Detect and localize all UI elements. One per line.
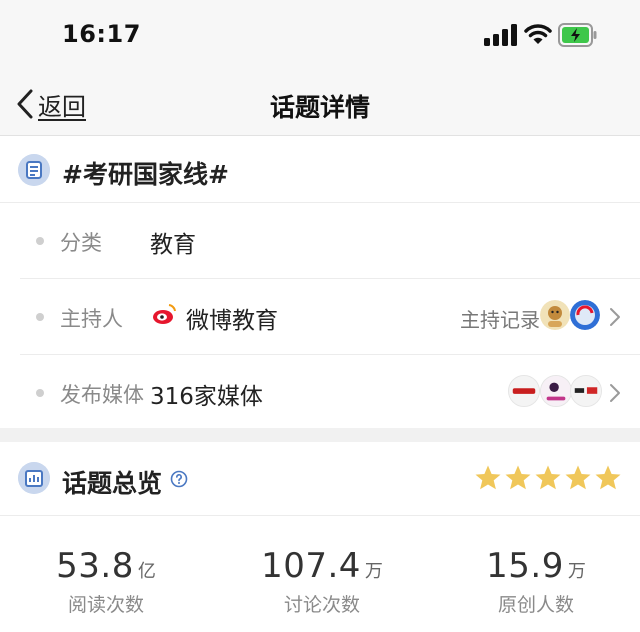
section-gap: [0, 428, 640, 442]
media-value[interactable]: 316家媒体: [150, 377, 263, 411]
host-row[interactable]: 主持人 微博教育 主持记录: [0, 279, 640, 355]
stat-value: 53.8: [56, 546, 134, 586]
stat-discussion-count: 107.4 万 讨论次数: [222, 546, 422, 617]
media-logo-icon[interactable]: [570, 375, 602, 407]
star-icon: [505, 465, 531, 490]
overview-title: 话题总览: [62, 469, 163, 498]
overview-stats: 53.8 亿 阅读次数 107.4 万 讨论次数 15.9 万 原创人数: [0, 532, 640, 632]
chevron-right-icon[interactable]: [608, 306, 622, 328]
stat-unit: 亿: [137, 561, 156, 582]
bullet-dot: [36, 237, 44, 245]
question-circle-icon[interactable]: [170, 470, 188, 488]
star-icon: [595, 465, 621, 490]
media-logo-icon[interactable]: [508, 375, 540, 407]
stat-unit: 万: [364, 561, 383, 582]
bar-chart-icon: [18, 462, 50, 494]
document-list-icon: [18, 154, 50, 186]
overview-header: 话题总览: [0, 442, 640, 516]
star-icon: [475, 465, 501, 490]
host-avatar-icon[interactable]: [540, 300, 570, 330]
weibo-education-logo-icon: [150, 301, 178, 329]
media-label: 发布媒体: [60, 383, 144, 407]
stat-unit: 万: [567, 561, 586, 582]
wifi-icon: [524, 24, 552, 44]
stat-read-count: 53.8 亿 阅读次数: [6, 546, 206, 617]
topic-header: #考研国家线#: [0, 137, 640, 203]
media-logo-icon[interactable]: [540, 375, 572, 407]
star-icon: [535, 465, 561, 490]
stat-label: 原创人数: [497, 594, 574, 616]
page-title: 话题详情: [269, 93, 370, 122]
star-icon: [565, 465, 591, 490]
stat-value: 15.9: [486, 546, 564, 586]
stat-label: 讨论次数: [283, 594, 360, 616]
category-value: 教育: [150, 232, 196, 258]
stat-original-authors: 15.9 万 原创人数: [436, 546, 636, 617]
status-bar: 16:17: [0, 0, 640, 72]
bullet-dot: [36, 389, 44, 397]
media-row[interactable]: 发布媒体 316家媒体: [0, 355, 640, 431]
category-label: 分类: [60, 231, 102, 255]
status-time: 16:17: [62, 20, 141, 48]
chevron-right-icon[interactable]: [608, 382, 622, 404]
stat-label: 阅读次数: [67, 594, 144, 616]
host-avatar-icon[interactable]: [570, 300, 600, 330]
stat-value: 107.4: [261, 546, 361, 586]
battery-charging-icon: [558, 23, 597, 47]
category-row: 分类 教育: [0, 203, 640, 279]
rating-stars: [474, 464, 622, 492]
navigation-bar: 返回 话题详情: [0, 72, 640, 136]
cellular-signal-icon: [484, 24, 517, 46]
topic-title: #考研国家线#: [62, 160, 229, 189]
host-label: 主持人: [60, 307, 123, 331]
bullet-dot: [36, 313, 44, 321]
host-value[interactable]: 微博教育: [186, 301, 278, 335]
host-record-link[interactable]: 主持记录: [460, 304, 540, 333]
